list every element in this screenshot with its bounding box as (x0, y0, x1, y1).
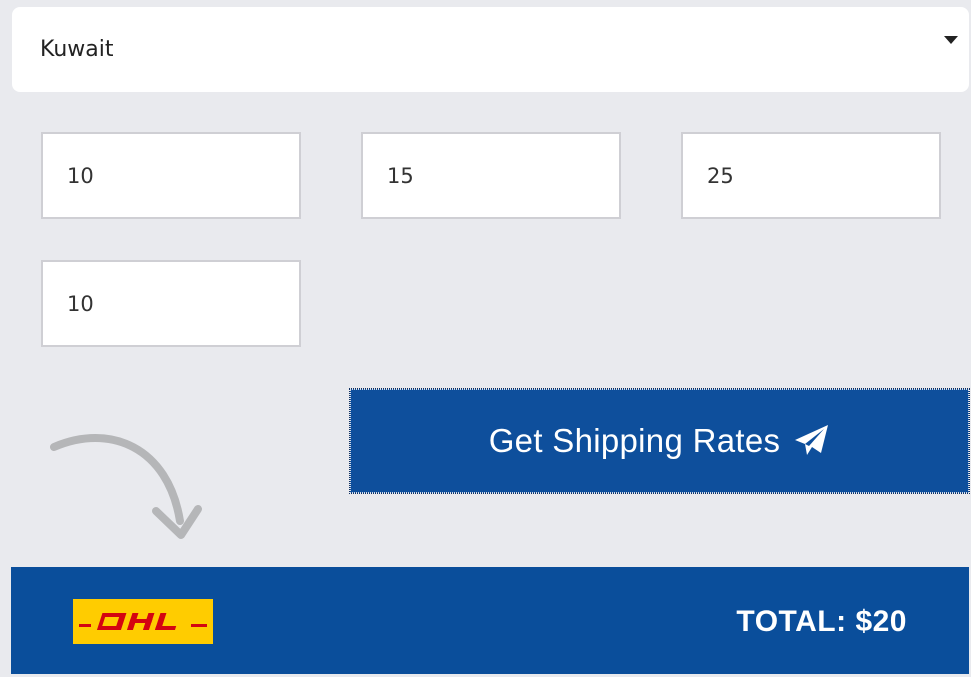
weight-input[interactable] (41, 260, 301, 347)
width-input[interactable] (361, 132, 621, 219)
total-price: TOTAL: $20 (736, 605, 907, 638)
height-input[interactable] (681, 132, 941, 219)
dhl-logo (73, 599, 213, 644)
get-shipping-rates-button[interactable]: Get Shipping Rates (349, 388, 970, 494)
paper-plane-icon (795, 425, 829, 455)
caret-down-icon[interactable] (944, 36, 958, 44)
shipping-result-bar: TOTAL: $20 (11, 567, 969, 674)
length-input[interactable] (41, 132, 301, 219)
get-shipping-rates-label: Get Shipping Rates (488, 422, 781, 459)
curved-arrow-icon (50, 434, 202, 539)
country-select-value: Kuwait (40, 37, 114, 62)
country-select[interactable]: Kuwait (12, 7, 969, 92)
